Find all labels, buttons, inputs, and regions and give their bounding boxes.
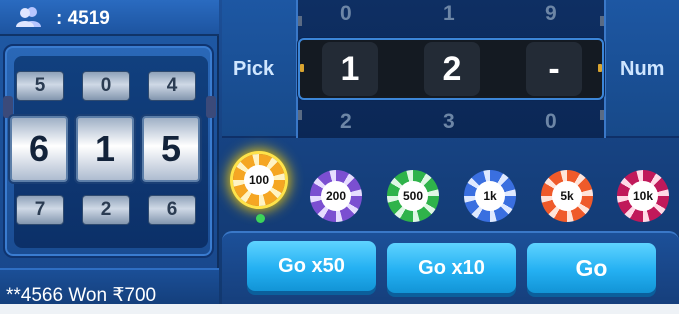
chip-500-label: 500 [398, 181, 428, 211]
rail-marker [600, 110, 604, 120]
pick-below-2[interactable]: 3 [443, 110, 455, 134]
rail-marker [298, 16, 302, 26]
chip-selector [222, 140, 679, 230]
slot-bottom-3: 6 [148, 195, 196, 225]
go-button[interactable]: Go [527, 243, 656, 293]
pick-window-marker [300, 64, 304, 72]
chip-100[interactable]: 100 [233, 154, 285, 206]
pick-above-3[interactable]: 9 [545, 2, 557, 26]
online-count: : 4519 [56, 8, 110, 29]
chip-10k[interactable]: 10k [617, 170, 669, 222]
rail-marker [600, 16, 604, 26]
chip-1k-label: 1k [475, 181, 505, 211]
pick-digit-3[interactable]: - [526, 42, 582, 96]
slot-bottom-1: 7 [16, 195, 64, 225]
rail-marker [298, 110, 302, 120]
chip-1k[interactable]: 1k [464, 170, 516, 222]
num-label: Num [620, 58, 665, 80]
online-users-bar: : 4519 [0, 0, 219, 36]
chip-10k-label: 10k [628, 181, 658, 211]
pick-window-marker [598, 64, 602, 72]
go-x10-button[interactable]: Go x10 [387, 243, 516, 293]
pick-digit-1[interactable]: 1 [322, 42, 378, 96]
slot-top-3: 4 [148, 71, 196, 101]
slot-top-1: 5 [16, 71, 64, 101]
users-icon [16, 7, 41, 27]
chip-100-label: 100 [244, 165, 274, 195]
go-x50-button[interactable]: Go x50 [247, 241, 376, 291]
slot-top-2: 0 [82, 71, 130, 101]
reel-left-cap [3, 96, 13, 118]
selected-chip-indicator [256, 214, 265, 223]
chip-5k-label: 5k [552, 181, 582, 211]
chip-200[interactable]: 200 [310, 170, 362, 222]
pick-above-2[interactable]: 1 [443, 2, 455, 26]
win-ticker-text: **4566 Won ₹700 [6, 285, 157, 306]
pick-below-3[interactable]: 0 [545, 110, 557, 134]
reel-right-cap [206, 96, 216, 118]
pick-label: Pick [233, 58, 275, 80]
slot-result-2: 1 [76, 116, 134, 182]
pick-digit-2[interactable]: 2 [424, 42, 480, 96]
slot-result-3: 5 [142, 116, 200, 182]
chip-5k[interactable]: 5k [541, 170, 593, 222]
slot-result-1: 6 [10, 116, 68, 182]
chip-500[interactable]: 500 [387, 170, 439, 222]
pick-below-1[interactable]: 2 [340, 110, 352, 134]
pick-above-1[interactable]: 0 [340, 2, 352, 26]
slot-bottom-2: 2 [82, 195, 130, 225]
chip-200-label: 200 [321, 181, 351, 211]
